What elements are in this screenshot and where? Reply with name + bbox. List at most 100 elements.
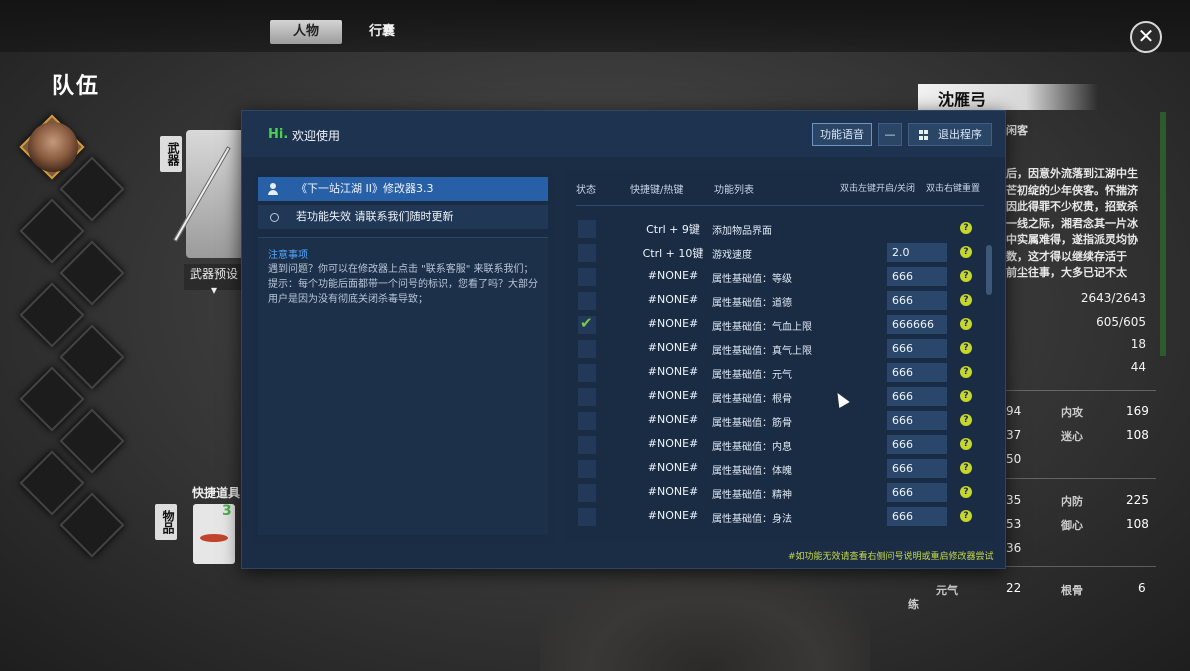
status-checkbox-checked[interactable] — [578, 314, 596, 334]
item-label: 物品 — [155, 504, 177, 540]
function-cell: 属性基础值：筋骨 — [712, 418, 792, 429]
help-icon[interactable]: ? — [960, 318, 972, 330]
table-row[interactable]: #NONE# 属性基础值：精神 666 ? — [564, 481, 984, 505]
status-checkbox[interactable] — [578, 244, 596, 262]
team-title: 队伍 — [52, 74, 101, 99]
value-input[interactable]: 666 — [887, 459, 947, 478]
function-cell: 添加物品界面 — [712, 226, 772, 237]
table-row[interactable]: Ctrl + 9键 添加物品界面 ? — [564, 217, 984, 241]
value-input[interactable]: 666 — [887, 291, 947, 310]
table-row[interactable]: #NONE# 属性基础值：内息 666 ? — [564, 433, 984, 457]
table-scrollbar[interactable] — [986, 245, 992, 295]
team-slot[interactable] — [19, 450, 85, 516]
bio-scrollbar[interactable] — [1160, 112, 1166, 356]
header-function: 功能列表 — [714, 185, 754, 196]
team-slot[interactable] — [19, 366, 85, 432]
value-input[interactable]: 666 — [887, 483, 947, 502]
team-slot[interactable] — [19, 282, 85, 348]
value-input[interactable]: 666 — [887, 363, 947, 382]
status-checkbox[interactable] — [578, 388, 596, 406]
stat-value: 94 — [1006, 404, 1022, 418]
bio-line: 一线之际，湘君念其一片冰 — [1006, 216, 1138, 230]
value-input[interactable]: 666 — [887, 267, 947, 286]
help-icon[interactable]: ? — [960, 414, 972, 426]
team-slot[interactable] — [59, 156, 125, 222]
value-input[interactable]: 666 — [887, 507, 947, 526]
status-checkbox[interactable] — [578, 436, 596, 454]
close-icon[interactable]: ✕ — [1130, 21, 1162, 53]
help-icon[interactable]: ? — [960, 510, 972, 522]
windows-icon — [919, 130, 929, 140]
help-icon[interactable]: ? — [960, 222, 972, 234]
help-icon[interactable]: ? — [960, 486, 972, 498]
chevron-down-icon: ▾ — [210, 283, 218, 297]
header-hotkey: 快捷键/热键 — [630, 185, 684, 196]
stat-value: 6 — [1138, 581, 1146, 595]
greeting-hi: Hi. — [268, 127, 289, 142]
help-icon[interactable]: ? — [960, 438, 972, 450]
help-icon[interactable]: ? — [960, 294, 972, 306]
header-divider — [576, 205, 984, 206]
function-cell: 属性基础值：等级 — [712, 274, 792, 285]
table-row[interactable]: #NONE# 属性基础值：筋骨 666 ? — [564, 409, 984, 433]
weapon-slot[interactable] — [186, 130, 244, 258]
table-row[interactable]: #NONE# 属性基础值：道德 666 ? — [564, 289, 984, 313]
value-input[interactable]: 666 — [887, 387, 947, 406]
table-row[interactable]: #NONE# 属性基础值：等级 666 ? — [564, 265, 984, 289]
value-input[interactable]: 666666 — [887, 315, 947, 334]
value-input[interactable]: 666 — [887, 411, 947, 430]
weapon-preset-button[interactable]: 武器预设 ▾ — [184, 264, 244, 297]
team-slot[interactable] — [59, 324, 125, 390]
voice-feature-button[interactable]: 功能语音 — [812, 123, 872, 146]
bio-line: 因此得罪不少权贵，招致杀 — [1006, 200, 1138, 213]
status-checkbox[interactable] — [578, 268, 596, 286]
status-checkbox[interactable] — [578, 364, 596, 382]
table-row[interactable]: #NONE# 属性基础值：气血上限 666666 ? — [564, 313, 984, 337]
value-input[interactable]: 666 — [887, 339, 947, 358]
team-slot[interactable] — [59, 492, 125, 558]
tab-character[interactable]: 人物 — [270, 20, 342, 44]
help-icon[interactable]: ? — [960, 462, 972, 474]
table-row[interactable]: #NONE# 属性基础值：根骨 666 ? — [564, 385, 984, 409]
function-cell: 属性基础值：道德 — [712, 298, 792, 309]
table-header: 状态 快捷键/热键 功能列表 双击左键开启/关闭 双击右键重置 — [564, 171, 996, 197]
team-slot[interactable] — [59, 408, 125, 474]
team-slot[interactable] — [19, 198, 85, 264]
status-checkbox[interactable] — [578, 292, 596, 310]
update-info-row: 若功能失效 请联系我们随时更新 — [258, 205, 548, 229]
help-icon[interactable]: ? — [960, 270, 972, 282]
weapon-preset-label: 武器预设 — [189, 267, 238, 281]
notice-title: 注意事项 — [268, 250, 308, 261]
table-row[interactable]: #NONE# 属性基础值：真气上限 666 ? — [564, 337, 984, 361]
stat-value: 36 — [1006, 541, 1022, 555]
value-input[interactable]: 2.0 — [887, 243, 947, 262]
exit-program-button[interactable]: 退出程序 — [908, 123, 992, 146]
table-row[interactable]: #NONE# 属性基础值：体魄 666 ? — [564, 457, 984, 481]
help-icon[interactable]: ? — [960, 366, 972, 378]
status-checkbox[interactable] — [578, 340, 596, 358]
status-checkbox[interactable] — [578, 220, 596, 238]
table-row[interactable]: #NONE# 属性基础值：身法 666 ? — [564, 505, 984, 529]
value-input[interactable]: 666 — [887, 435, 947, 454]
table-row[interactable]: Ctrl + 10键 游戏速度 2.0 ? — [564, 241, 984, 265]
quick-item-count: 3 — [222, 503, 232, 519]
bio-line: 芒初绽的少年侠客。怀揣济 — [1006, 183, 1138, 197]
notice-box: 注意事项 遇到问题？你可以在修改器上点击 "联系客服" 来联系我们；提示：每个功… — [258, 237, 548, 535]
status-checkbox[interactable] — [578, 412, 596, 430]
user-icon — [268, 183, 278, 195]
stat-value: 22 — [1006, 581, 1022, 595]
bio-line: 前尘往事，大多已记不太 — [1006, 266, 1127, 279]
tab-inventory[interactable]: 行囊 — [352, 20, 412, 44]
status-checkbox[interactable] — [578, 460, 596, 478]
footer-hint: #如功能无效请查看右侧问号说明或重启修改器尝试 — [788, 552, 994, 562]
status-checkbox[interactable] — [578, 484, 596, 502]
team-slot[interactable] — [59, 240, 125, 306]
stat-hp: 2643/2643 — [1080, 291, 1146, 305]
help-icon[interactable]: ? — [960, 342, 972, 354]
notice-text: 遇到问题？你可以在修改器上点击 "联系客服" 来联系我们；提示：每个功能后面都带… — [268, 264, 538, 305]
table-row[interactable]: #NONE# 属性基础值：元气 666 ? — [564, 361, 984, 385]
minimize-button[interactable]: — — [878, 123, 902, 146]
status-checkbox[interactable] — [578, 508, 596, 526]
help-icon[interactable]: ? — [960, 246, 972, 258]
help-icon[interactable]: ? — [960, 390, 972, 402]
